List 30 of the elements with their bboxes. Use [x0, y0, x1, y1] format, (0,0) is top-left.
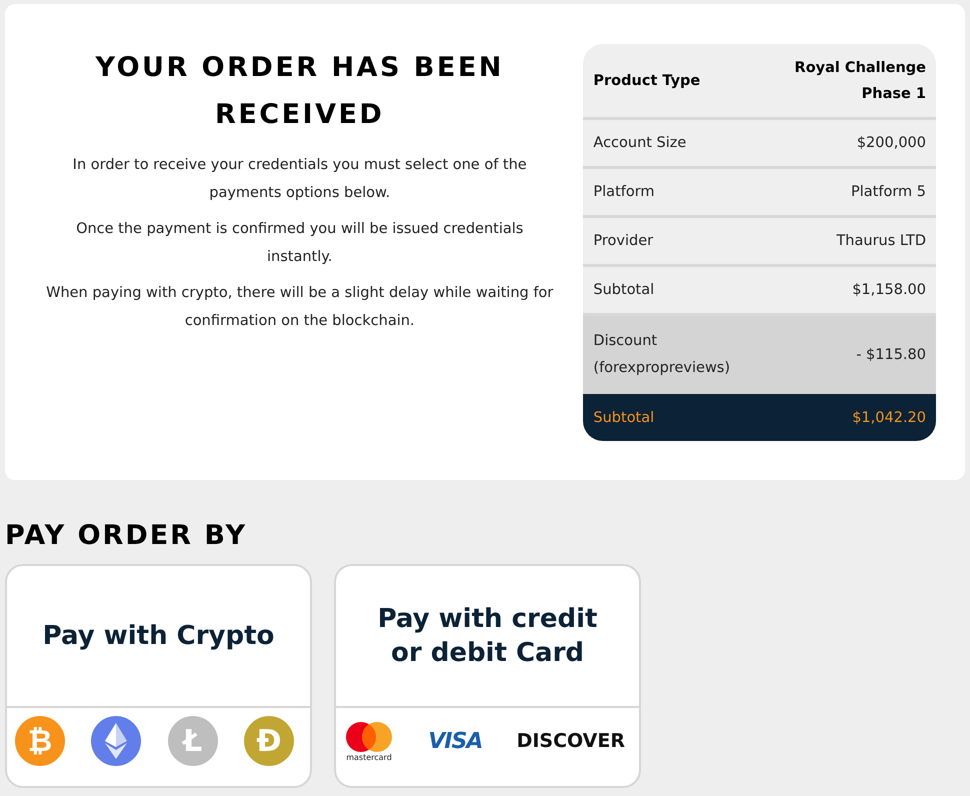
order-paragraph: Once the payment is confirmed you will be issued credentials instantly. [75, 220, 524, 266]
order-title: YOUR ORDER HAS BEEN RECEIVED [94, 51, 505, 132]
summary-value: $1,042.20 [852, 410, 926, 426]
order-paragraph: In order to receive your credentials you must select one of the payments options below. [72, 156, 528, 202]
order-paragraph: When paying with crypto, there will be a slight delay while waiting for confirmation on the blockchain. [45, 284, 554, 330]
summary-label: Product Type [593, 72, 700, 88]
discover-logo: DISCOVER [516, 730, 625, 752]
summary-label: Provider [593, 233, 654, 249]
section-heading: PAY ORDER BY [5, 520, 248, 552]
summary-label: Account Size [593, 135, 686, 151]
payment-option-card[interactable]: Pay with Crypto ₿ Ł Ð [5, 564, 312, 788]
mastercard-logo: mastercard [344, 720, 394, 762]
visa-logo: VISA [428, 728, 482, 754]
summary-label: Subtotal [593, 282, 654, 298]
summary-value: Royal Challenge Phase 1 [794, 58, 926, 104]
dogecoin-icon: Ð [244, 716, 294, 766]
payment-option-title: Pay with Crypto [7, 566, 310, 708]
summary-value: $1,158.00 [852, 282, 926, 298]
summary-label: Subtotal [593, 410, 654, 426]
summary-label: Discount (forexpropreviews) [593, 332, 732, 378]
summary-value: $200,000 [856, 135, 926, 151]
payment-option-card[interactable]: Pay with credit or debit Card mastercard VISA DISCOVER [334, 564, 641, 788]
summary-value: Platform 5 [851, 184, 926, 200]
ethereum-icon [91, 716, 142, 766]
summary-value: Thaurus LTD [836, 233, 926, 249]
payment-option-title: Pay with credit or debit Card [336, 566, 639, 708]
litecoin-icon: Ł [168, 716, 218, 766]
summary-label: Platform [593, 184, 655, 200]
bitcoin-icon: ₿ [15, 716, 65, 766]
summary-value: - $115.80 [856, 347, 926, 363]
